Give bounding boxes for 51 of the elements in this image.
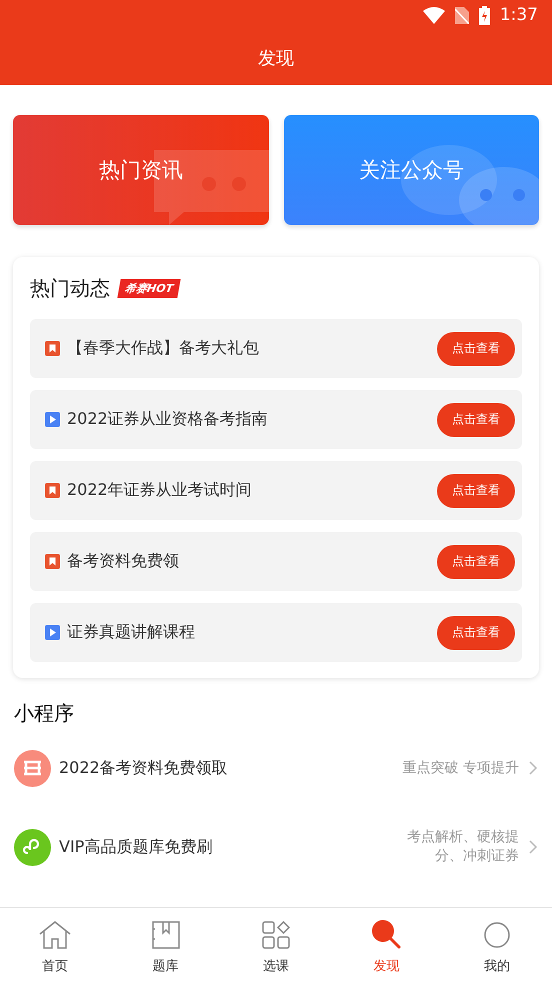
view-button[interactable]: 点击查看 xyxy=(437,474,515,508)
news-item[interactable]: 2022证券从业资格备考指南 点击查看 xyxy=(30,390,522,449)
bookmark-icon xyxy=(45,341,60,356)
play-icon xyxy=(45,412,60,427)
mini-program-item[interactable]: 2022备考资料免费领取 重点突破 专项提升 xyxy=(14,746,539,790)
mini-program-item[interactable]: VIP高品质题库免费刷 考点解析、硬核提分、冲刺证券 xyxy=(14,825,539,869)
tab[interactable]: 首页 xyxy=(0,908,110,983)
section-title: 小程序 xyxy=(14,700,75,727)
home-icon xyxy=(39,921,72,949)
card-label: 关注公众号 xyxy=(358,157,464,184)
chevron-icon xyxy=(527,761,539,775)
tab[interactable]: 题库 xyxy=(110,908,221,983)
search-icon xyxy=(371,919,402,949)
bookmark-icon xyxy=(45,554,60,569)
chevron-icon xyxy=(527,840,539,854)
profile-icon xyxy=(482,921,511,949)
status-time: 1:37 xyxy=(500,5,538,25)
news-item[interactable]: 2022年证券从业考试时间 点击查看 xyxy=(30,461,522,520)
news-card[interactable]: 热门资讯 xyxy=(13,115,268,225)
view-button[interactable]: 点击查看 xyxy=(437,616,515,650)
news-item[interactable]: 【春季大作战】备考大礼包 点击查看 xyxy=(30,319,522,378)
item-title: 2022年证券从业考试时间 xyxy=(67,480,253,501)
news-item[interactable]: 备考资料免费领 点击查看 xyxy=(30,532,522,591)
book-icon xyxy=(152,921,180,949)
grid-icon xyxy=(262,921,290,949)
item-title: VIP高品质题库免费刷 xyxy=(59,836,214,858)
tab[interactable]: 发现 xyxy=(331,908,442,983)
item-title: 证券真题讲解课程 xyxy=(67,622,196,643)
mini-program-icon xyxy=(14,828,51,866)
books-icon xyxy=(14,750,51,786)
play-icon xyxy=(45,625,60,640)
news-item[interactable]: 证券真题讲解课程 点击查看 xyxy=(30,603,522,662)
wifi-icon xyxy=(422,6,445,24)
tab[interactable]: 我的 xyxy=(442,908,552,983)
view-button[interactable]: 点击查看 xyxy=(437,402,515,436)
battery-charging-icon xyxy=(478,6,490,24)
item-title: 2022证券从业资格备考指南 xyxy=(67,409,269,430)
page-title: 发现 xyxy=(258,46,294,70)
section-title: 热门动态 xyxy=(30,274,110,302)
no-sim-icon xyxy=(454,6,469,24)
item-title: 【春季大作战】备考大礼包 xyxy=(67,338,260,359)
tab[interactable]: 选课 xyxy=(220,908,332,983)
item-subtitle: 考点解析、硬核提分、冲刺证券 xyxy=(406,828,519,866)
hot-badge: 希赛HOT xyxy=(117,278,181,298)
item-title: 2022备考资料免费领取 xyxy=(59,758,229,778)
item-subtitle: 重点突破 专项提升 xyxy=(402,758,519,778)
card-label: 热门资讯 xyxy=(98,157,183,184)
view-button[interactable]: 点击查看 xyxy=(437,544,515,578)
view-button[interactable]: 点击查看 xyxy=(437,332,515,366)
item-title: 备考资料免费领 xyxy=(67,551,180,572)
bookmark-icon xyxy=(45,483,60,498)
